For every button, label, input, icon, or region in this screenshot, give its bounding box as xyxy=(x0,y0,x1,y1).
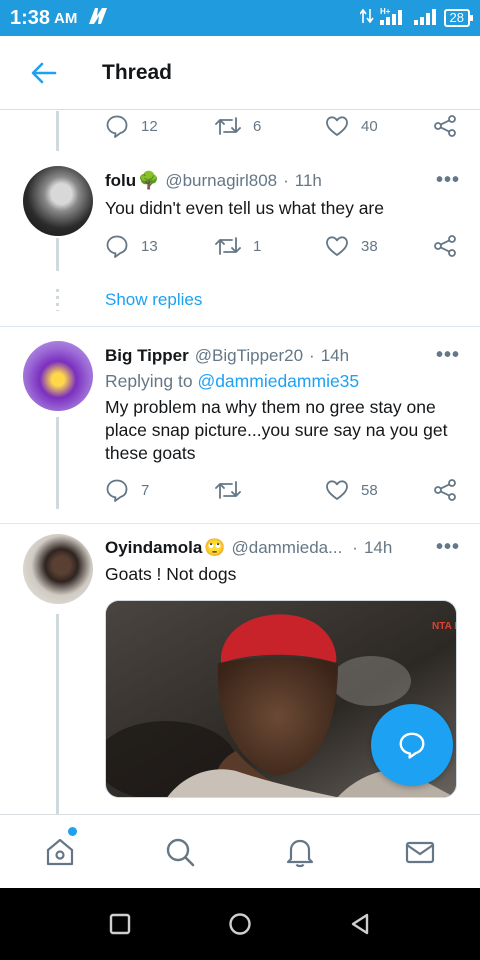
like-button[interactable]: 58 xyxy=(325,478,378,502)
page-title: Thread xyxy=(102,60,173,84)
battery-indicator: 28 xyxy=(443,9,474,27)
system-nav-bar xyxy=(0,888,480,960)
compose-reply-button[interactable] xyxy=(371,704,453,786)
tweet-time: 14h xyxy=(320,345,350,365)
display-name[interactable]: Oyindamola xyxy=(105,538,202,558)
user-handle[interactable]: @BigTipper20 xyxy=(195,346,303,366)
bottom-nav xyxy=(0,814,480,888)
recents-button[interactable] xyxy=(90,894,150,954)
circle-icon xyxy=(229,913,251,935)
signal-icon-2 xyxy=(413,7,438,30)
reply-button[interactable]: 7 xyxy=(105,478,149,502)
mention-link[interactable]: @dammiedammie35 xyxy=(197,371,359,391)
avatar[interactable] xyxy=(23,341,93,411)
like-button[interactable]: 38 xyxy=(325,234,378,258)
thread-content[interactable]: 12 6 40 folu 🌳 @burnagirl808 · 11h ••• Y… xyxy=(0,111,480,814)
bell-icon xyxy=(286,839,314,867)
tweet-actions: 7 58 xyxy=(105,478,461,506)
share-button[interactable] xyxy=(433,478,457,502)
user-handle[interactable]: @dammieda... xyxy=(231,538,342,558)
status-icons: H+ 28 xyxy=(358,7,474,30)
more-options-button[interactable]: ••• xyxy=(436,169,460,192)
mail-icon xyxy=(405,841,435,863)
more-options-button[interactable]: ••• xyxy=(436,536,460,559)
avatar[interactable] xyxy=(23,166,93,236)
retweet-button[interactable]: 1 xyxy=(215,234,261,258)
thread-line xyxy=(56,614,59,814)
share-button[interactable] xyxy=(433,234,457,258)
reply-button[interactable]: 13 xyxy=(105,234,158,258)
separator-dot: · xyxy=(352,537,358,557)
speech-bubble-icon xyxy=(106,479,128,502)
tweet[interactable]: Big Tipper @BigTipper20 · 14h ••• Replyi… xyxy=(0,327,480,523)
retweet-icon xyxy=(215,481,241,499)
eye-roll-emoji: 🙄 xyxy=(204,537,226,557)
heart-icon xyxy=(326,480,348,500)
home-system-button[interactable] xyxy=(210,894,270,954)
reply-count: 7 xyxy=(141,481,150,499)
nav-notifications[interactable] xyxy=(240,815,360,888)
tweet-text: Goats ! Not dogs xyxy=(105,564,237,584)
user-handle[interactable]: @burnagirl808 xyxy=(165,171,277,191)
data-arrows-icon xyxy=(358,7,374,30)
status-time: 1:38 xyxy=(10,6,51,29)
separator-dot: · xyxy=(283,170,289,190)
search-icon xyxy=(166,838,195,866)
share-icon xyxy=(434,479,456,501)
compose-bubble-icon xyxy=(399,732,425,759)
retweet-icon xyxy=(215,237,241,255)
nav-messages[interactable] xyxy=(360,815,480,888)
tweet-text: My problem na why them no gree stay one … xyxy=(105,397,448,463)
avatar[interactable] xyxy=(23,534,93,604)
tweet-time: 14h xyxy=(363,537,393,557)
triangle-back-icon xyxy=(351,913,369,935)
more-options-button[interactable]: ••• xyxy=(436,344,460,367)
signal-icon: H+ xyxy=(379,7,408,30)
share-icon xyxy=(434,235,456,257)
status-ampm: AM xyxy=(54,9,78,27)
replying-prefix: Replying to xyxy=(105,371,193,391)
back-system-button[interactable] xyxy=(330,894,390,954)
home-icon xyxy=(46,838,74,865)
retweet-count: 1 xyxy=(253,237,262,255)
unread-dot xyxy=(68,827,77,836)
separator-dot: · xyxy=(309,345,315,365)
heart-icon xyxy=(326,236,348,256)
app-header: Thread xyxy=(0,36,480,110)
retweet-button[interactable] xyxy=(215,478,253,502)
status-bar: 1:38 AM H+ 28 xyxy=(0,0,480,36)
like-count: 38 xyxy=(361,237,378,255)
thread-line xyxy=(56,417,59,509)
media-badge: NTA LIVE xyxy=(432,621,457,632)
like-count: 58 xyxy=(361,481,378,499)
display-name[interactable]: folu xyxy=(105,171,136,191)
network-logo-icon xyxy=(87,7,109,30)
show-replies-link[interactable]: Show replies xyxy=(105,290,202,310)
nav-search[interactable] xyxy=(120,815,240,888)
reply-count: 13 xyxy=(141,237,158,255)
nav-home[interactable] xyxy=(0,815,120,888)
speech-bubble-icon xyxy=(106,235,128,258)
back-button[interactable] xyxy=(18,47,70,99)
tweet[interactable]: folu 🌳 @burnagirl808 · 11h ••• You didn'… xyxy=(0,111,480,327)
tweet-time: 11h xyxy=(294,170,322,190)
square-icon xyxy=(109,913,131,935)
svg-text:H+: H+ xyxy=(380,7,391,16)
replying-to: Replying to @dammiedammie35 xyxy=(105,371,359,392)
tree-emoji: 🌳 xyxy=(138,170,160,190)
arrow-left-icon xyxy=(31,62,57,83)
tweet-text: You didn't even tell us what they are xyxy=(105,198,384,218)
tweet-actions: 13 1 38 xyxy=(105,234,461,262)
display-name[interactable]: Big Tipper xyxy=(105,346,189,366)
